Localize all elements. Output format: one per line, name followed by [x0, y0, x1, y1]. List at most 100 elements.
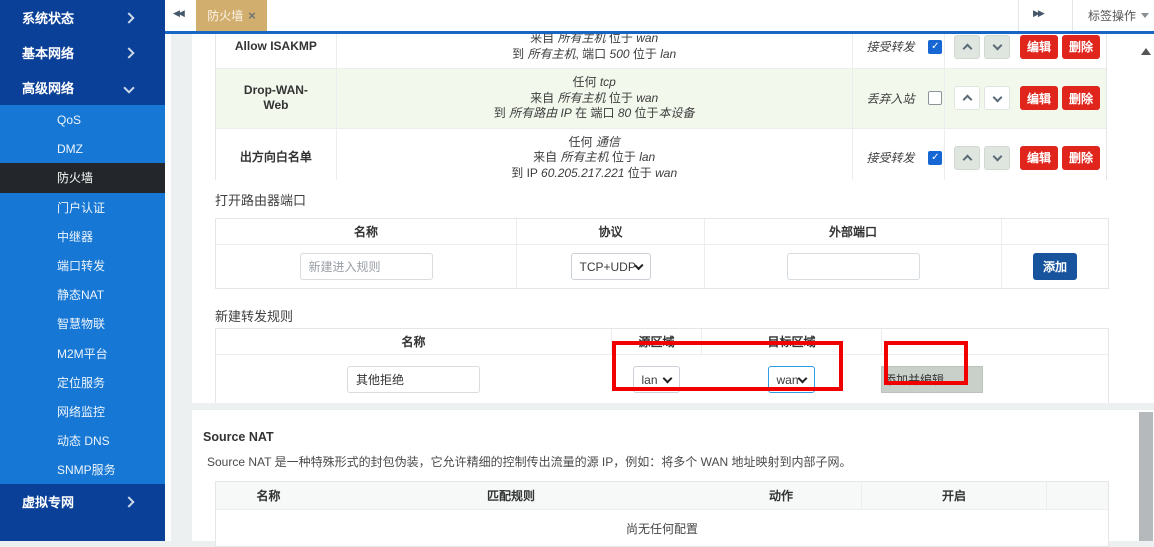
new-incoming-rule-name-input[interactable] [300, 253, 433, 280]
delete-button[interactable]: 删除 [1062, 35, 1100, 59]
column-header: 名称 [216, 482, 321, 509]
sidebar-item-门户认证[interactable]: 门户认证 [0, 193, 165, 222]
topbar-divider [1018, 0, 1019, 31]
rule-name: 出方向白名单 [216, 144, 336, 171]
sidebar-item-label: DMZ [57, 142, 83, 156]
move-up-button[interactable] [954, 86, 980, 110]
move-up-button[interactable] [954, 35, 980, 59]
sidebar-item-label: 端口转发 [57, 257, 105, 274]
firewall-card: Allow ISAKMP来自 所有主机 位于 wan到 所有主机, 端口 500… [192, 34, 1154, 403]
tab-firewall[interactable]: 防火墙 × [196, 0, 267, 31]
firewall-rule-row: Drop-WAN-Web任何 tcp来自 所有主机 位于 wan到 所有路由 I… [216, 68, 1106, 128]
chevron-down-icon [992, 152, 1002, 162]
rule-match-description: 任何 通信来自 所有主机 位于 lan到 IP 60.205.217.221 位… [336, 129, 852, 181]
sidebar-item-端口转发[interactable]: 端口转发 [0, 251, 165, 280]
edit-button[interactable]: 编辑 [1020, 35, 1058, 59]
sidebar-item-基本网络[interactable]: 基本网络 [0, 35, 165, 70]
chevron-down-icon [123, 82, 134, 93]
tab-actions-label: 标签操作 [1088, 7, 1136, 24]
scroll-up-arrow-icon[interactable] [1141, 48, 1151, 55]
column-header [1046, 482, 1108, 509]
sidebar-item-网络监控[interactable]: 网络监控 [0, 397, 165, 426]
sidebar-item-label: 中继器 [57, 228, 93, 245]
protocol-value: TCP+UDP [580, 260, 636, 274]
rule-action-cell: 丢弃入站 [852, 69, 945, 128]
column-header [881, 329, 1108, 354]
rule-buttons-cell: 编辑删除 [944, 69, 1106, 128]
protocol-select[interactable]: TCP+UDP [571, 253, 651, 280]
rule-action: 接受转发 [853, 149, 929, 166]
sidebar-item-DMZ[interactable]: DMZ [0, 134, 165, 163]
sidebar-item-中继器[interactable]: 中继器 [0, 222, 165, 251]
sidebar-item-高级网络[interactable]: 高级网络 [0, 70, 165, 105]
sidebar-item-动态 DNS[interactable]: 动态 DNS [0, 426, 165, 455]
sidebar-item-智慧物联[interactable]: 智慧物联 [0, 309, 165, 338]
source-nat-card: Source NAT Source NAT 是一种特殊形式的封包伪装，它允许精细… [192, 410, 1154, 541]
external-port-input[interactable] [787, 253, 920, 280]
firewall-rule-row: Allow ISAKMP来自 所有主机 位于 wan到 所有主机, 端口 500… [216, 34, 1106, 68]
move-down-button[interactable] [984, 86, 1010, 110]
firewall-rule-row: 出方向白名单任何 通信来自 所有主机 位于 lan到 IP 60.205.217… [216, 128, 1106, 181]
rule-buttons-cell: 编辑删除 [944, 129, 1106, 181]
new-forward-rule-name-input[interactable] [347, 366, 480, 393]
dest-zone-select[interactable]: wan [768, 366, 815, 393]
rule-enabled-checkbox[interactable]: ✓ [928, 40, 942, 54]
sidebar: 系统状态基本网络高级网络 QoS DMZ 防火墙门户认证中继器端口转发静态NAT智慧物… [0, 0, 165, 541]
sidebar-item-label: 门户认证 [57, 199, 105, 216]
sidebar-item-QoS[interactable]: QoS [0, 105, 165, 134]
rule-enabled-checkbox[interactable]: ✓ [928, 151, 942, 165]
source-nat-description: Source NAT 是一种特殊形式的封包伪装，它允许精细的控制传出流量的源 I… [192, 444, 1154, 470]
edit-button[interactable]: 编辑 [1020, 146, 1058, 170]
sidebar-item-防火墙[interactable]: 防火墙 [0, 163, 165, 192]
content-left-strip [165, 34, 171, 541]
column-header: 目标区域 [701, 329, 881, 354]
topbar-divider [1072, 0, 1073, 31]
sidebar-item-label: 高级网络 [22, 78, 74, 97]
sidebar-item-M2M平台[interactable]: M2M平台 [0, 339, 165, 368]
column-header: 动作 [701, 482, 861, 509]
close-icon[interactable]: × [248, 9, 256, 22]
move-down-button[interactable] [984, 35, 1010, 59]
rule-enabled-checkbox[interactable] [928, 91, 942, 105]
source-zone-select[interactable]: lan [633, 366, 680, 393]
rule-buttons-cell: 编辑删除 [944, 34, 1106, 68]
sidebar-item-SNMP服务[interactable]: SNMP服务 [0, 455, 165, 484]
chevron-down-icon [992, 41, 1002, 51]
forward-rule-table: 名称 源区域 目标区域 lan wan [215, 328, 1109, 403]
sidebar-item-label: 动态 DNS [57, 432, 110, 449]
sidebar-item-label: 网络监控 [57, 403, 105, 420]
collapse-tabs-icon[interactable]: ◀◀ [173, 8, 183, 19]
source-nat-table: 名称 匹配规则 动作 开启 尚无任何配置 [215, 481, 1109, 547]
column-header [1001, 219, 1108, 244]
delete-button[interactable]: 删除 [1062, 146, 1100, 170]
tab-actions-dropdown[interactable]: 标签操作 [1083, 0, 1154, 31]
sidebar-item-静态NAT[interactable]: 静态NAT [0, 280, 165, 309]
sidebar-item-label: SNMP服务 [57, 461, 116, 478]
column-header: 匹配规则 [321, 482, 701, 509]
open-port-section-title: 打开路由器端口 [215, 193, 1154, 208]
sidebar-item-label: 基本网络 [22, 43, 74, 62]
scrollbar-thumb[interactable] [1139, 412, 1153, 541]
rule-action: 丢弃入站 [853, 90, 929, 107]
chevron-right-icon [123, 497, 134, 508]
column-header: 开启 [861, 482, 1046, 509]
source-zone-value: lan [642, 373, 658, 387]
add-and-edit-button[interactable]: 添加并编辑... [881, 366, 983, 393]
sidebar-item-label: 系统状态 [22, 8, 74, 27]
dest-zone-value: wan [777, 373, 799, 387]
move-down-button[interactable] [984, 146, 1010, 170]
column-header: 协议 [516, 219, 704, 244]
edit-button[interactable]: 编辑 [1020, 86, 1058, 110]
add-button[interactable]: 添加 [1033, 253, 1077, 280]
rule-action-cell: 接受转发✓ [852, 129, 945, 181]
delete-button[interactable]: 删除 [1062, 86, 1100, 110]
sidebar-item-虚拟专网[interactable]: 虚拟专网 [0, 484, 165, 519]
column-header: 源区域 [611, 329, 701, 354]
sidebar-item-label: 虚拟专网 [22, 492, 74, 511]
sidebar-item-定位服务[interactable]: 定位服务 [0, 368, 165, 397]
forward-tabs-icon[interactable]: ▶▶ [1033, 8, 1043, 19]
forward-rule-section-title: 新建转发规则 [215, 309, 1154, 324]
sidebar-item-系统状态[interactable]: 系统状态 [0, 0, 165, 35]
column-header: 外部端口 [704, 219, 1001, 244]
move-up-button[interactable] [954, 146, 980, 170]
